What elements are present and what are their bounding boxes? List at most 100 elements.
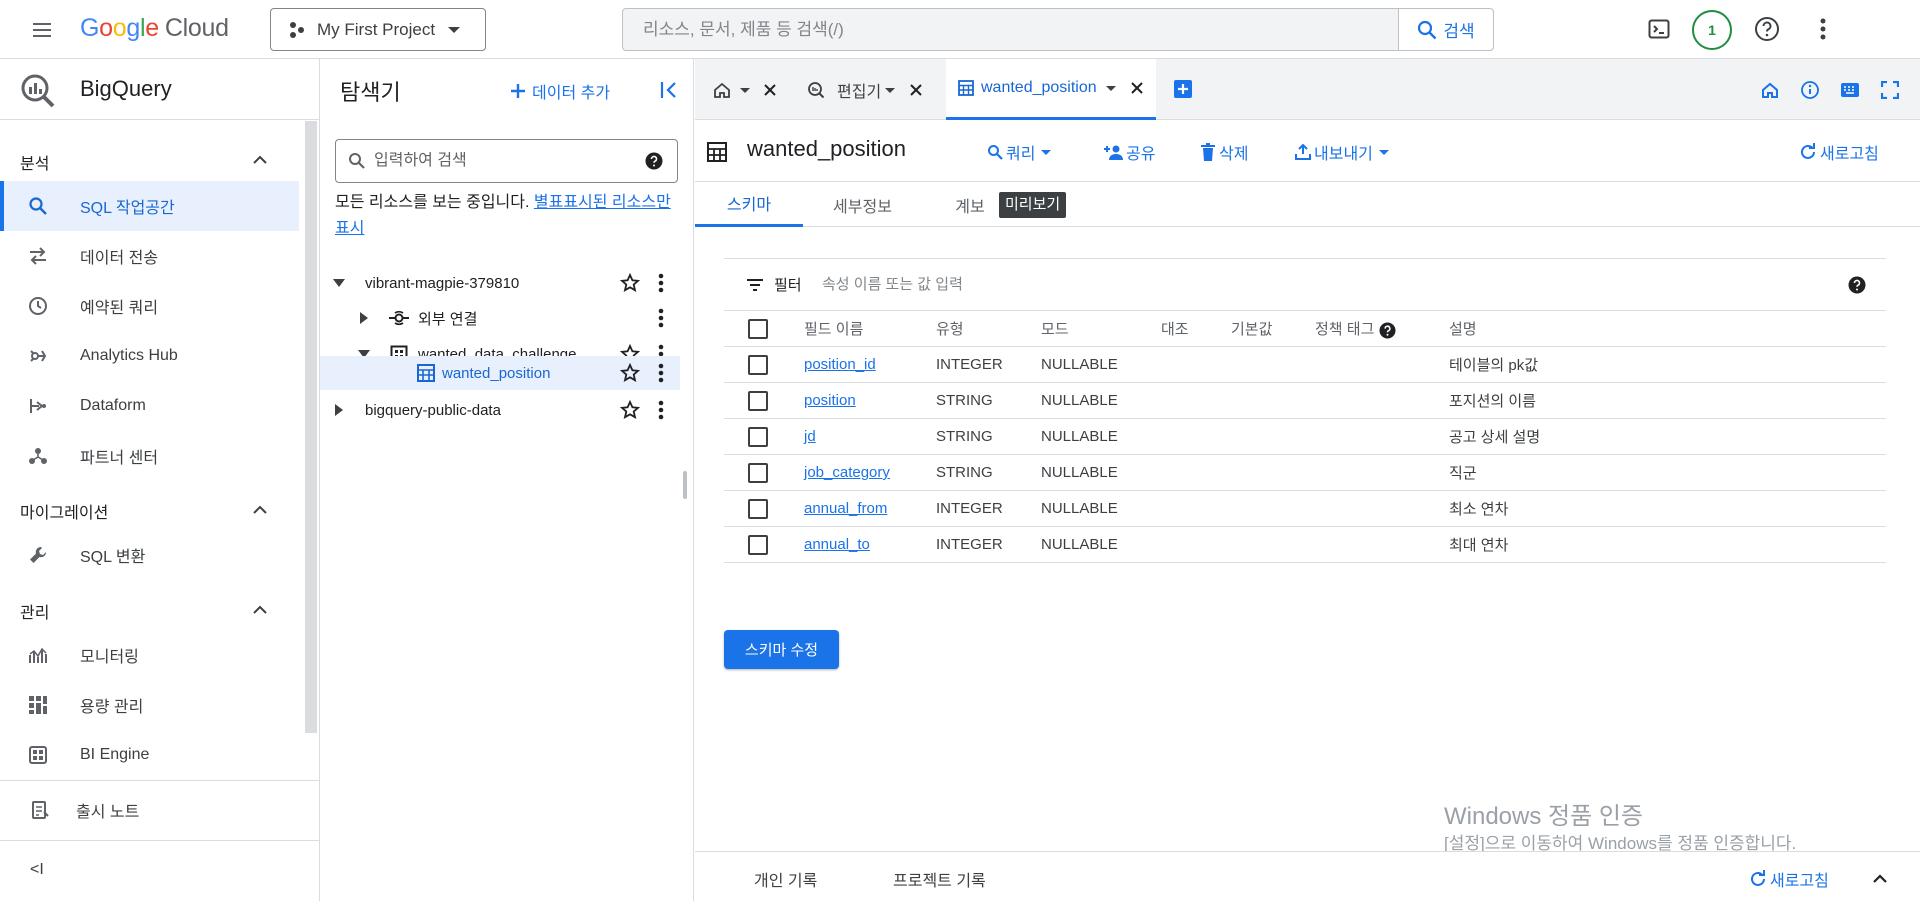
home-icon[interactable] xyxy=(1761,81,1779,99)
tab-project-history[interactable]: 프로젝트 기록 xyxy=(893,867,986,891)
help-icon[interactable] xyxy=(1379,322,1396,339)
row-checkbox[interactable] xyxy=(748,498,768,519)
tree-project-vibrant-magpie[interactable]: vibrant-magpie-379810 xyxy=(320,266,680,300)
column-header[interactable]: 필드 이름 xyxy=(804,310,936,347)
caret-down-icon[interactable] xyxy=(740,85,750,95)
field-name-link[interactable]: jd xyxy=(804,428,816,445)
tab-details[interactable]: 세부정보 xyxy=(815,182,910,227)
nav-analytics-hub[interactable]: Analytics Hub xyxy=(0,331,299,381)
caret-down-icon[interactable] xyxy=(885,85,895,95)
main-menu-icon[interactable] xyxy=(22,12,62,48)
tree-project-bigquery-public-data[interactable]: bigquery-public-data xyxy=(320,393,680,427)
help-icon[interactable] xyxy=(1750,12,1784,46)
chevron-up-icon[interactable] xyxy=(252,603,268,615)
row-checkbox[interactable] xyxy=(748,390,768,411)
column-header[interactable]: 유형 xyxy=(936,310,1041,347)
avatar[interactable]: 1 xyxy=(1692,10,1732,50)
edit-schema-button[interactable]: 스키마 수정 xyxy=(724,630,839,669)
column-header[interactable]: 모드 xyxy=(1041,310,1161,347)
search-button[interactable]: 검색 xyxy=(1398,9,1493,50)
column-header[interactable]: 기본값 xyxy=(1231,310,1315,347)
table-icon xyxy=(707,142,727,162)
field-name-link[interactable]: annual_to xyxy=(804,536,870,553)
field-name-link[interactable]: job_category xyxy=(804,464,890,481)
tree-table-wanted-position[interactable]: wanted_position xyxy=(320,356,680,390)
nav-sql-translation[interactable]: SQL 변환 xyxy=(0,530,299,580)
field-name-link[interactable]: annual_from xyxy=(804,500,887,517)
close-icon[interactable] xyxy=(909,83,923,97)
column-header[interactable]: 대조 xyxy=(1161,310,1231,347)
nav-sql-workspace[interactable]: SQL 작업공간 xyxy=(0,181,299,231)
search-input[interactable] xyxy=(623,9,1398,50)
project-picker[interactable]: My First Project xyxy=(270,8,486,51)
delete-button[interactable]: 삭제 xyxy=(1200,140,1248,164)
more-vert-icon[interactable] xyxy=(658,273,664,293)
query-button[interactable]: 쿼리 xyxy=(987,140,1052,164)
cloud-shell-icon[interactable] xyxy=(1642,12,1676,46)
star-icon[interactable] xyxy=(620,363,640,383)
caret-right-icon[interactable] xyxy=(358,311,370,325)
schema-filter-input[interactable] xyxy=(822,276,1622,293)
nav-release-notes[interactable]: 출시 노트 xyxy=(0,785,320,835)
help-icon[interactable] xyxy=(1848,276,1866,294)
more-vert-icon[interactable] xyxy=(1806,12,1840,46)
star-icon[interactable] xyxy=(620,273,640,293)
row-checkbox[interactable] xyxy=(748,354,768,375)
keyboard-icon[interactable] xyxy=(1840,82,1860,98)
tab-wanted-position[interactable]: wanted_position xyxy=(946,59,1156,120)
tab-schema[interactable]: 스키마 xyxy=(695,182,803,227)
nav-data-transfer[interactable]: 데이터 전송 xyxy=(0,231,299,281)
more-vert-icon[interactable] xyxy=(658,308,664,328)
nav-scrollbar[interactable] xyxy=(305,121,317,733)
nav-scheduled-queries[interactable]: 예약된 쿼리 xyxy=(0,281,299,331)
chevron-up-icon[interactable] xyxy=(252,503,268,515)
nav-bi-engine[interactable]: BI Engine xyxy=(0,730,299,780)
nav-dataform[interactable]: Dataform xyxy=(0,381,299,431)
tab-personal-history[interactable]: 개인 기록 xyxy=(754,867,817,891)
info-icon[interactable] xyxy=(1801,81,1819,99)
history-refresh-button[interactable]: 새로고침 xyxy=(1749,867,1829,891)
caret-down-icon[interactable] xyxy=(1106,83,1116,93)
close-icon[interactable] xyxy=(1130,81,1144,95)
more-vert-icon[interactable] xyxy=(658,400,664,420)
row-checkbox[interactable] xyxy=(748,462,768,483)
panel-resize-handle[interactable] xyxy=(683,471,687,499)
nav-partner-center[interactable]: 파트너 센터 xyxy=(0,431,299,481)
collapse-nav-button[interactable]: <I xyxy=(30,861,44,879)
explorer-search-input[interactable] xyxy=(366,152,645,170)
export-button[interactable]: 내보내기 xyxy=(1295,140,1389,164)
collapse-panel-icon[interactable] xyxy=(660,81,678,99)
caret-down-icon[interactable] xyxy=(332,276,346,290)
tab-editor[interactable]: 편집기 xyxy=(795,59,935,120)
table-row: jd STRING NULLABLE 공고 상세 설명 xyxy=(724,418,1886,455)
share-button[interactable]: 공유 xyxy=(1103,140,1155,164)
chevron-up-icon[interactable] xyxy=(1872,872,1888,884)
close-icon[interactable] xyxy=(763,83,777,97)
tab-home[interactable] xyxy=(695,59,795,120)
field-name-link[interactable]: position xyxy=(804,392,856,409)
field-type: STRING xyxy=(936,382,1041,419)
tree-external-connections[interactable]: 외부 연결 xyxy=(320,301,680,335)
add-data-button[interactable]: 데이터 추가 xyxy=(510,79,610,103)
select-all-checkbox[interactable] xyxy=(748,318,768,339)
fullscreen-icon[interactable] xyxy=(1881,81,1899,99)
tab-lineage[interactable]: 계보 xyxy=(945,182,995,227)
refresh-button[interactable]: 새로고침 xyxy=(1799,140,1879,164)
row-checkbox[interactable] xyxy=(748,534,768,555)
google-cloud-logo[interactable]: Google Cloud xyxy=(80,14,229,43)
column-header[interactable]: 정책 태그 xyxy=(1315,310,1449,347)
more-vert-icon[interactable] xyxy=(658,363,664,383)
row-checkbox[interactable] xyxy=(748,426,768,447)
section-migration: 마이그레이션 xyxy=(20,505,109,522)
resource-subtabs: 스키마 세부정보 계보 xyxy=(695,182,1920,227)
column-header[interactable]: 설명 xyxy=(1449,310,1886,347)
chevron-up-icon[interactable] xyxy=(252,153,268,165)
nav-capacity-management[interactable]: 용량 관리 xyxy=(0,680,299,730)
help-icon[interactable] xyxy=(645,152,663,170)
add-tab-icon[interactable] xyxy=(1173,79,1193,99)
field-name-link[interactable]: position_id xyxy=(804,356,876,373)
caret-right-icon[interactable] xyxy=(333,403,345,417)
tab-preview[interactable]: 미리보기 xyxy=(999,192,1067,218)
star-icon[interactable] xyxy=(620,400,640,420)
nav-monitoring[interactable]: 모니터링 xyxy=(0,630,299,680)
